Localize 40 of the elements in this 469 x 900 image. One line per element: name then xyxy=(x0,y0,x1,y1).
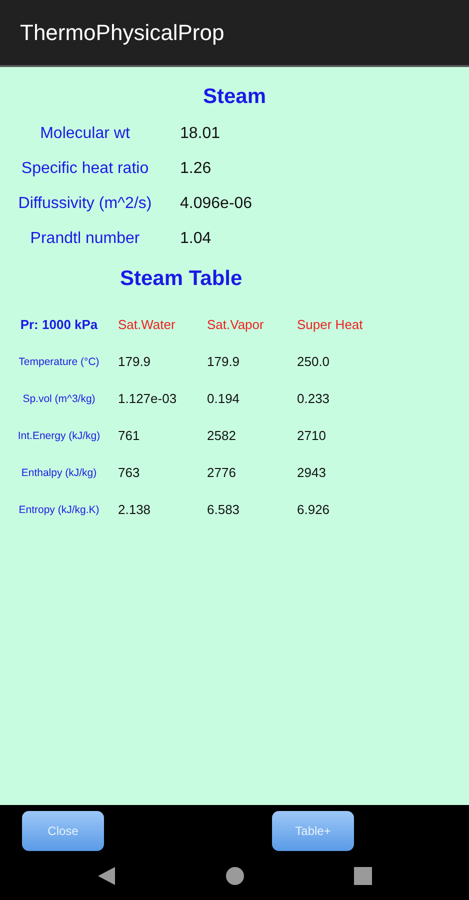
column-header: Super Heat xyxy=(297,317,364,333)
table-cell-text: 179.9 xyxy=(207,354,241,370)
table-cell-text: 2943 xyxy=(297,465,327,481)
row-label: Sp.vol (m^3/kg) xyxy=(22,392,96,407)
table-cell-text: 2582 xyxy=(207,428,237,444)
table-cell-text: 2710 xyxy=(297,428,327,444)
row-label: Int.Energy (kJ/kg) xyxy=(16,429,102,444)
property-label: Prandtl number xyxy=(29,229,141,249)
back-icon[interactable] xyxy=(98,866,116,884)
property-label: Diffussivity (m^2/s) xyxy=(17,194,153,214)
row-label: Temperature (°C) xyxy=(18,355,100,370)
column-header: Sat.Water xyxy=(118,317,176,333)
table-cell-text: 179.9 xyxy=(118,354,152,370)
table-cell-text: 2776 xyxy=(207,465,237,481)
table-cell-text: 761 xyxy=(118,428,141,444)
home-icon[interactable] xyxy=(226,866,244,884)
recents-icon[interactable] xyxy=(354,866,372,884)
table-button[interactable]: Table+ xyxy=(272,811,354,851)
table-cell-text: 1.127e-03 xyxy=(118,391,178,407)
app-title: ThermoPhysicalProp xyxy=(20,20,224,46)
close-button[interactable]: Close xyxy=(22,811,104,851)
pressure-label: Pr: 1000 kPa xyxy=(19,317,99,333)
table-cell-text: 6.583 xyxy=(207,502,241,518)
property-label: Molecular wt xyxy=(39,124,131,144)
table-cell-text: 2.138 xyxy=(118,502,152,518)
table-cell-text: 6.926 xyxy=(297,502,331,518)
table-title: Steam Table xyxy=(120,267,242,291)
row-label: Entropy (kJ/kg.K) xyxy=(18,503,100,518)
property-value: 1.26 xyxy=(179,159,212,179)
row-label: Enthalpy (kJ/kg) xyxy=(20,466,98,481)
table-cell-text: 0.194 xyxy=(207,391,241,407)
column-header: Sat.Vapor xyxy=(207,317,265,333)
property-label: Specific heat ratio xyxy=(20,159,150,179)
table-cell-text: 0.233 xyxy=(297,391,331,407)
substance-title: Steam xyxy=(202,85,266,109)
property-value: 18.01 xyxy=(179,124,222,144)
property-value: 4.096e-06 xyxy=(179,194,254,214)
table-cell-text: 250.0 xyxy=(297,354,331,370)
property-value: 1.04 xyxy=(179,229,212,249)
table-cell-text: 763 xyxy=(118,465,141,481)
